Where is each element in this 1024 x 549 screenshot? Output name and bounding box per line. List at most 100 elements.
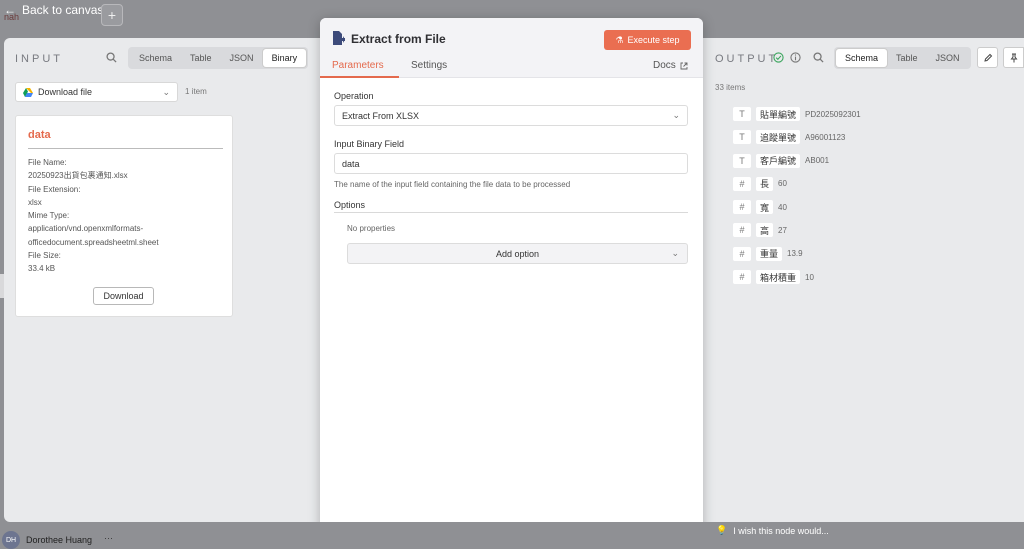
output-panel: OUTPUT Schema Table JSON 33 items T 貼單編號… [703, 38, 1024, 522]
search-icon[interactable] [106, 52, 117, 63]
node-title[interactable]: Extract from File [351, 32, 446, 46]
external-link-icon [680, 62, 688, 70]
docs-label: Docs [653, 60, 676, 71]
output-tab-schema[interactable]: Schema [836, 49, 888, 67]
user-name: Dorothee Huang [26, 535, 93, 545]
file-ext-label: File Extension: [28, 184, 81, 194]
schema-field-value: 13.9 [787, 249, 803, 259]
input-tab-binary[interactable]: Binary [262, 49, 307, 67]
schema-row: # 寬 40 [733, 199, 993, 215]
schema-row: T 追蹤單號 A96001123 [733, 129, 993, 145]
source-node-label: Download file [38, 87, 93, 97]
schema-field-value: A96001123 [805, 132, 846, 142]
search-icon[interactable] [813, 52, 824, 63]
schema-field-value: 40 [778, 202, 787, 212]
file-ext-value: xlsx [28, 197, 42, 207]
download-button[interactable]: Download [93, 287, 154, 305]
schema-field-value: AB001 [805, 156, 830, 166]
no-properties-text: No properties [347, 224, 396, 233]
schema-row: # 高 27 [733, 222, 993, 238]
number-type-icon: # [733, 270, 751, 285]
schema-field-key[interactable]: 寬 [756, 200, 774, 215]
flask-icon: ⚗ [615, 34, 624, 45]
input-tab-table[interactable]: Table [181, 49, 221, 67]
file-size-value: 33.4 kB [28, 264, 56, 274]
source-node-select[interactable]: Download file ⌄ [15, 82, 178, 102]
execute-step-button[interactable]: ⚗ Execute step [604, 30, 691, 50]
schema-field-key[interactable]: 長 [756, 176, 774, 191]
tab-parameters[interactable]: Parameters [332, 60, 384, 71]
schema-row: # 長 60 [733, 176, 993, 192]
text-type-icon: T [733, 107, 751, 121]
input-item-count: 1 item [185, 87, 207, 96]
schema-field-key[interactable]: 箱材積重 [756, 270, 801, 285]
operation-select[interactable]: Extract From XLSX ⌄ [334, 105, 688, 126]
text-type-icon: T [733, 130, 751, 145]
binary-field-value: data [342, 158, 360, 169]
lightbulb-icon: 💡 [716, 525, 728, 535]
node-header: Extract from File ⚗ Execute step Paramet… [320, 18, 703, 78]
more-menu-icon[interactable]: ··· [104, 533, 113, 543]
docs-link[interactable]: Docs [653, 60, 688, 71]
number-type-icon: # [733, 246, 751, 261]
binary-field-hint: The name of the input field containing t… [334, 180, 571, 189]
input-tab-json[interactable]: JSON [221, 49, 263, 67]
file-name-label: File Name: [28, 158, 67, 167]
arrow-left-icon: ← [4, 3, 16, 17]
binary-card-title: data [28, 129, 51, 141]
input-heading: INPUT [15, 53, 63, 65]
number-type-icon: # [733, 200, 751, 215]
text-type-icon: T [733, 153, 751, 168]
output-tab-table[interactable]: Table [887, 49, 927, 67]
schema-field-list: T 貼單編號 PD2025092301 T 追蹤單號 A96001123 T 客… [733, 106, 993, 285]
tab-settings[interactable]: Settings [411, 60, 447, 71]
options-label: Options [334, 200, 366, 210]
avatar[interactable]: DH [2, 531, 20, 549]
info-icon[interactable] [790, 52, 801, 63]
schema-field-key[interactable]: 追蹤單號 [756, 130, 801, 145]
schema-field-key[interactable]: 高 [756, 223, 774, 238]
schema-row: # 重量 13.9 [733, 246, 993, 262]
schema-field-value: PD2025092301 [805, 109, 861, 119]
schema-row: # 箱材積重 10 [733, 269, 993, 285]
plus-icon[interactable]: + [101, 4, 123, 26]
feedback-text: I wish this node would... [733, 525, 829, 536]
chevron-down-icon: ⌄ [671, 248, 679, 258]
binary-field-label: Input Binary Field [334, 139, 405, 149]
mime-type-label: Mime Type: [28, 211, 70, 221]
back-to-canvas-button[interactable]: ← Back to canvas [4, 3, 103, 17]
operation-value: Extract From XLSX [342, 110, 420, 121]
file-size-label: File Size: [28, 251, 61, 261]
chevron-down-icon: ⌄ [162, 86, 170, 97]
output-view-tabs: Schema Table JSON [834, 47, 971, 69]
file-metadata: File Name: 20250923出貨包裹通知.xlsx File Exte… [28, 156, 228, 276]
pin-icon[interactable] [1003, 47, 1024, 68]
input-tab-schema[interactable]: Schema [130, 49, 181, 67]
success-check-icon [773, 52, 784, 63]
add-option-button[interactable]: Add option ⌄ [347, 243, 688, 264]
execute-step-label: Execute step [627, 35, 680, 45]
schema-row: T 客戶編號 AB001 [733, 153, 993, 169]
card-divider [28, 148, 223, 149]
schema-field-key[interactable]: 客戶編號 [756, 153, 801, 168]
schema-field-key[interactable]: 重量 [756, 246, 783, 261]
output-item-count: 33 items [715, 83, 746, 92]
output-heading: OUTPUT [715, 53, 779, 65]
active-tab-underline [320, 76, 399, 78]
node-parameters-panel: Extract from File ⚗ Execute step Paramet… [320, 18, 703, 539]
schema-field-key[interactable]: 貼單編號 [756, 107, 801, 121]
number-type-icon: # [733, 223, 751, 238]
binary-field-input[interactable]: data [334, 153, 688, 174]
schema-field-value: 27 [778, 225, 787, 235]
schema-row: T 貼單編號 PD2025092301 [733, 106, 993, 122]
mime-type-value-1: application/vnd.openxmlformats- [28, 224, 144, 234]
mime-type-value-2: officedocument.spreadsheetml.sheet [28, 237, 159, 247]
output-tab-json[interactable]: JSON [927, 49, 969, 67]
bottom-bar [0, 522, 1024, 549]
feedback-link[interactable]: 💡 I wish this node would... [716, 525, 829, 536]
file-extract-icon [332, 31, 345, 45]
input-panel: INPUT Schema Table JSON Binary Download … [4, 38, 329, 522]
pencil-icon[interactable] [977, 47, 998, 68]
options-divider [334, 212, 688, 213]
number-type-icon: # [733, 176, 751, 191]
